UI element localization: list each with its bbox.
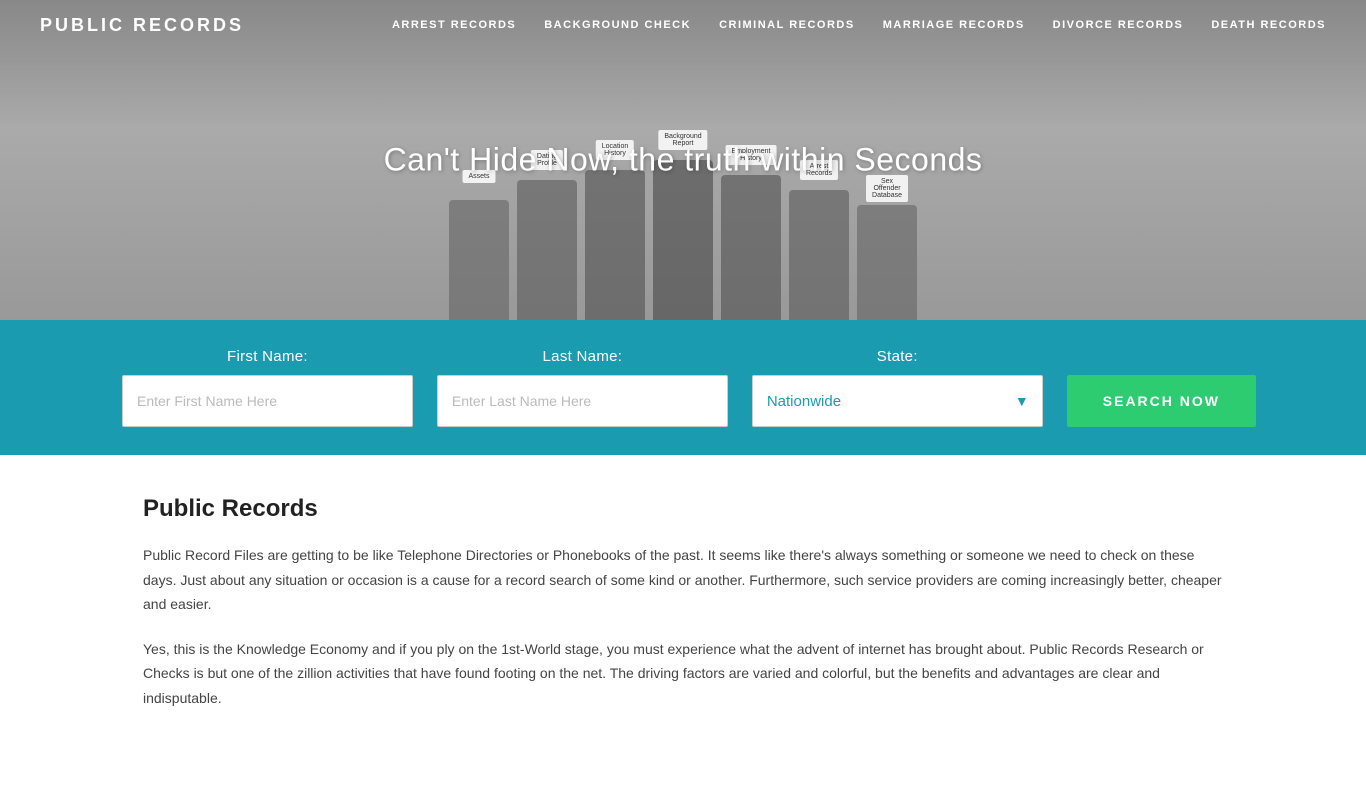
last-name-label: Last Name: bbox=[543, 348, 623, 365]
hero-illustration: Assets DatingProfile LocationHistory Bac… bbox=[445, 160, 921, 320]
nav-criminal-records[interactable]: CRIMINAL RECORDS bbox=[719, 19, 855, 31]
search-section: First Name: Last Name: State: Nationwide… bbox=[0, 320, 1366, 455]
person-5: EmploymentHistory bbox=[721, 175, 781, 320]
search-now-button[interactable]: SEARCH NOW bbox=[1067, 375, 1256, 427]
site-header: PUBLIC RECORDS ARREST RECORDS BACKGROUND… bbox=[0, 0, 1366, 50]
last-name-input[interactable] bbox=[437, 375, 728, 427]
sign-sex-offender: SexOffenderDatabase bbox=[866, 175, 908, 202]
nav-arrest-records[interactable]: ARREST RECORDS bbox=[392, 19, 516, 31]
person-2: DatingProfile bbox=[517, 180, 577, 320]
nav-background-check[interactable]: BACKGROUND CHECK bbox=[544, 19, 691, 31]
content-paragraph-1: Public Record Files are getting to be li… bbox=[143, 543, 1223, 617]
state-field: State: Nationwide Alabama Alaska Arizona… bbox=[740, 348, 1055, 427]
person-3: LocationHistory bbox=[585, 170, 645, 320]
state-select[interactable]: Nationwide Alabama Alaska Arizona Arkans… bbox=[752, 375, 1043, 427]
first-name-field: First Name: bbox=[110, 348, 425, 427]
state-select-container: Nationwide Alabama Alaska Arizona Arkans… bbox=[752, 375, 1043, 427]
person-4: BackgroundReport bbox=[653, 160, 713, 320]
search-button-wrapper: SEARCH NOW bbox=[1055, 375, 1256, 427]
person-1: Assets bbox=[449, 200, 509, 320]
nav-divorce-records[interactable]: DIVORCE RECORDS bbox=[1053, 19, 1184, 31]
hero-title: Can't Hide Now, the truth within Seconds bbox=[384, 142, 983, 179]
last-name-field: Last Name: bbox=[425, 348, 740, 427]
first-name-input[interactable] bbox=[122, 375, 413, 427]
person-6: ArrestRecords bbox=[789, 190, 849, 320]
content-paragraph-2: Yes, this is the Knowledge Economy and i… bbox=[143, 637, 1223, 711]
person-7: SexOffenderDatabase bbox=[857, 205, 917, 320]
state-label: State: bbox=[877, 348, 918, 365]
content-section: Public Records Public Record Files are g… bbox=[113, 455, 1253, 790]
site-logo[interactable]: PUBLIC RECORDS bbox=[40, 15, 244, 36]
main-nav: ARREST RECORDS BACKGROUND CHECK CRIMINAL… bbox=[392, 19, 1326, 31]
nav-death-records[interactable]: DEATH RECORDS bbox=[1211, 19, 1326, 31]
first-name-label: First Name: bbox=[227, 348, 308, 365]
content-title: Public Records bbox=[143, 495, 1223, 523]
nav-marriage-records[interactable]: MARRIAGE RECORDS bbox=[883, 19, 1025, 31]
